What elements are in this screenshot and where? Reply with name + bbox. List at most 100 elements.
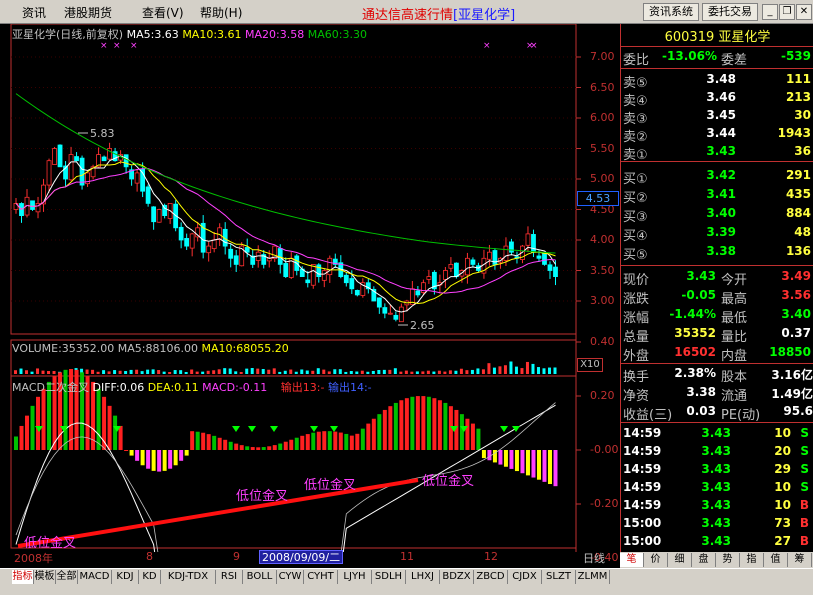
panel-tab[interactable]: 势 xyxy=(716,553,740,567)
stock-title: 600319 亚星化学 xyxy=(664,30,771,45)
indicator-tab[interactable]: BDZX xyxy=(440,570,474,584)
macd-histogram-bar xyxy=(162,450,167,471)
macd-tick-label: 0.40 xyxy=(590,335,615,348)
stat-label: 涨幅 xyxy=(623,311,650,326)
stat-row: 换手 2.38% 股本 3.16亿 xyxy=(621,366,813,385)
indicator-tab[interactable]: BOLL xyxy=(243,570,277,584)
ask-row[interactable]: 卖② 3.44 1943 xyxy=(621,126,813,145)
indicator-tab[interactable]: ZBCD xyxy=(474,570,508,584)
indicator-tab[interactable]: LHXJ xyxy=(406,570,440,584)
trade-button[interactable]: 委托交易 xyxy=(702,3,758,21)
volume-bar xyxy=(113,370,117,374)
indicator-tab[interactable]: 模板 xyxy=(34,570,56,584)
cursor-date-label: 2008/09/09/二 xyxy=(259,550,344,564)
bid-row[interactable]: 买① 3.42 291 xyxy=(621,168,813,187)
quote-volume: 30 xyxy=(794,108,811,122)
indicator-tab[interactable]: CJDX xyxy=(508,570,542,584)
ask-row[interactable]: 卖① 3.43 36 xyxy=(621,144,813,163)
indicator-tab[interactable]: KD xyxy=(139,570,161,584)
minimize-icon[interactable]: _ xyxy=(762,4,778,20)
macd-histogram-bar xyxy=(267,446,272,450)
candle-body xyxy=(448,263,454,269)
kline-chart-area[interactable]: × × × × × × 亚星化学(日线,前复权) MA5:3.63 MA10:3.61 M… xyxy=(0,24,620,565)
bid-row[interactable]: 买⑤ 3.38 136 xyxy=(621,244,813,263)
stat-label: 外盘 xyxy=(623,349,650,364)
signal-marker: × xyxy=(130,41,138,51)
volume-bar xyxy=(294,371,298,374)
ask-row[interactable]: 卖⑤ 3.48 111 xyxy=(621,72,813,91)
volume-bar xyxy=(553,367,557,374)
indicator-tab[interactable]: KDJ xyxy=(112,570,139,584)
price-tick-label: 3.50 xyxy=(590,263,615,277)
stat-label: 流通 xyxy=(721,389,748,404)
volume-bar xyxy=(498,366,502,374)
close-icon[interactable]: ✕ xyxy=(796,4,812,20)
menu-bar: 资讯 港股期货 查看(V) 帮助(H) 通达信高速行情[亚星化学] 资讯系统 委… xyxy=(0,0,813,24)
candle-body xyxy=(57,144,63,168)
tick-side: S xyxy=(800,444,809,458)
macd-histogram-bar xyxy=(410,396,415,450)
buy-signal-arrow-icon xyxy=(270,426,278,432)
restore-icon[interactable]: ❐ xyxy=(779,4,795,20)
indicator-tab[interactable]: 指标 xyxy=(12,570,34,584)
volume-bar xyxy=(327,371,331,374)
macd-histogram-bar xyxy=(30,405,35,450)
indicator-tab[interactable]: LJYH xyxy=(338,570,372,584)
tick-volume: 10 xyxy=(774,426,791,440)
macd-histogram-bar xyxy=(118,425,123,450)
panel-tab[interactable]: 筹 xyxy=(788,553,812,567)
macd-histogram-bar xyxy=(140,450,145,466)
macd-histogram-bar xyxy=(443,402,448,450)
ask-row[interactable]: 卖③ 3.45 30 xyxy=(621,108,813,127)
buy-signal-arrow-icon xyxy=(232,426,240,432)
stat-label: 股本 xyxy=(721,370,748,385)
macd-histogram-bar xyxy=(190,431,195,450)
indicator-tab[interactable]: CYHT xyxy=(304,570,338,584)
volume-bar xyxy=(52,371,56,374)
volume-bar xyxy=(267,369,271,374)
menu-news[interactable]: 资讯 xyxy=(22,4,46,21)
ask-row[interactable]: 卖④ 3.46 213 xyxy=(621,90,813,109)
menu-view[interactable]: 查看(V) xyxy=(142,4,184,21)
macd-histogram-bar xyxy=(272,445,277,450)
volume-bar xyxy=(212,370,216,374)
candle-body xyxy=(145,186,151,204)
menu-help[interactable]: 帮助(H) xyxy=(200,4,242,21)
indicator-tab[interactable]: SDLH xyxy=(372,570,406,584)
period-label[interactable]: 日线 xyxy=(583,550,605,566)
indicator-tab[interactable]: MACD xyxy=(78,570,112,584)
date-label: 8 xyxy=(146,550,153,563)
stat-value: 3.56 xyxy=(781,288,811,302)
indicator-tab[interactable]: RSI xyxy=(216,570,243,584)
bid-row[interactable]: 买④ 3.39 48 xyxy=(621,225,813,244)
panel-tab[interactable]: 笔 xyxy=(620,553,644,567)
indicator-tab[interactable]: ZLMM xyxy=(576,570,610,584)
macd-histogram-bar xyxy=(36,396,41,450)
panel-tab[interactable]: 盘 xyxy=(692,553,716,567)
macd-histogram-bar xyxy=(316,431,321,450)
volume-bar xyxy=(195,371,199,374)
quote-label: 买③ xyxy=(623,210,648,225)
candle-body xyxy=(382,307,388,314)
indicator-tab[interactable]: CYW xyxy=(277,570,304,584)
panel-tab[interactable]: 值 xyxy=(764,553,788,567)
stat-value: 16502 xyxy=(674,345,716,359)
indicator-tab[interactable]: SLZT xyxy=(542,570,576,584)
bid-row[interactable]: 买② 3.41 435 xyxy=(621,187,813,206)
panel-tab[interactable]: 指 xyxy=(740,553,764,567)
macd-histogram-bar xyxy=(223,439,228,450)
stat-value: 1.49亿 xyxy=(771,387,813,401)
candle-body xyxy=(343,274,349,284)
chart-header: 亚星化学(日线,前复权) MA5:3.63 MA10:3.61 MA20:3.5… xyxy=(12,28,367,41)
panel-tab[interactable]: 价 xyxy=(644,553,668,567)
news-system-button[interactable]: 资讯系统 xyxy=(643,3,699,21)
macd-tick-label: 0.20 xyxy=(590,389,615,402)
tick-price: 3.43 xyxy=(701,498,731,512)
indicator-tab[interactable]: 全部 xyxy=(56,570,78,584)
tick-row: 14:59 3.43 20 S xyxy=(621,444,813,462)
volume-bar xyxy=(173,370,177,374)
indicator-tab[interactable]: KDJ-TDX xyxy=(161,570,216,584)
bid-row[interactable]: 买③ 3.40 884 xyxy=(621,206,813,225)
menu-hk-futures[interactable]: 港股期货 xyxy=(64,4,112,21)
panel-tab[interactable]: 细 xyxy=(668,553,692,567)
